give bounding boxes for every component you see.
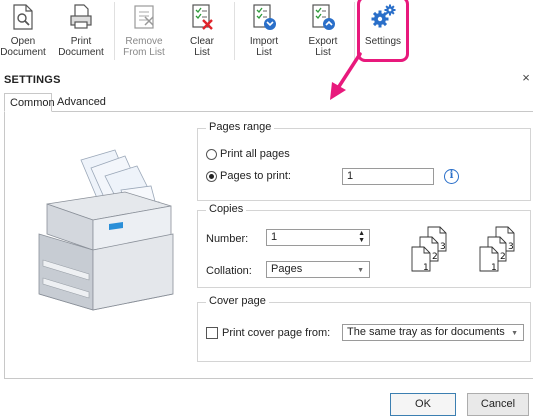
print-document-button[interactable]: Print Document [56, 0, 106, 64]
copier-illustration [38, 149, 174, 311]
copies-group: Copies Number: 1 ▲ ▼ Collation: Pages ▼ 3… [197, 203, 531, 288]
svg-text:2: 2 [432, 252, 438, 262]
open-document-label: Open Document [0, 36, 46, 58]
print-all-pages-radio[interactable] [206, 149, 217, 160]
print-document-label: Print Document [58, 36, 104, 58]
info-icon[interactable]: i [444, 169, 459, 184]
pages-to-print-label: Pages to print: [220, 170, 291, 182]
svg-text:1: 1 [423, 263, 429, 273]
cover-page-title: Cover page [206, 295, 269, 307]
cover-page-group: Cover page Print cover page from: The sa… [197, 295, 531, 362]
import-list-button[interactable]: Import List [240, 0, 288, 64]
tab-content-common: Pages range Print all pages Pages to pri… [4, 111, 533, 379]
cover-tray-select[interactable]: The same tray as for documents ▼ [342, 324, 524, 341]
cover-tray-value: The same tray as for documents [347, 326, 505, 338]
copies-number-value: 1 [271, 231, 278, 243]
toolbar-separator [234, 2, 235, 60]
print-cover-page-label: Print cover page from: [222, 327, 331, 339]
collated-pages-icon: 3 2 1 [479, 226, 515, 273]
import-list-label: Import List [249, 36, 279, 58]
clear-list-icon [192, 4, 213, 30]
clear-list-label: Clear List [190, 36, 214, 58]
import-list-icon [253, 4, 276, 30]
pages-range-title: Pages range [206, 121, 275, 133]
clear-list-button[interactable]: Clear List [180, 0, 224, 64]
toolbar: Open Document Print Document Remove From… [0, 0, 533, 68]
collation-label: Collation: [206, 265, 252, 277]
open-document-button[interactable]: Open Document [0, 0, 46, 64]
open-document-icon [13, 4, 33, 30]
printer-icon [70, 4, 92, 29]
remove-from-list-button[interactable]: Remove From List [120, 0, 168, 64]
chevron-down-icon: ▼ [357, 267, 364, 274]
dialog-footer: OK Cancel [0, 380, 533, 416]
collated-pages-icon: 3 2 1 [411, 226, 447, 273]
export-list-icon [312, 4, 335, 30]
print-cover-page-checkbox[interactable] [206, 327, 218, 339]
annotation-arrow [330, 52, 362, 100]
print-all-pages-label: Print all pages [220, 148, 290, 160]
toolbar-separator [114, 2, 115, 60]
cancel-button[interactable]: Cancel [467, 393, 529, 416]
svg-text:2: 2 [500, 252, 506, 262]
pages-range-group: Pages range Print all pages Pages to pri… [197, 121, 531, 201]
dialog-title: SETTINGS [4, 74, 61, 86]
chevron-down-icon: ▼ [511, 330, 518, 337]
svg-text:3: 3 [508, 242, 514, 252]
pages-to-print-radio[interactable] [206, 171, 217, 182]
copies-number-stepper[interactable]: 1 ▲ ▼ [266, 229, 370, 246]
pages-to-print-input[interactable]: 1 [342, 168, 434, 185]
svg-text:1: 1 [491, 263, 497, 273]
tab-common[interactable]: Common [4, 93, 55, 112]
collation-select[interactable]: Pages ▼ [266, 261, 370, 278]
svg-text:3: 3 [440, 242, 446, 252]
tab-advanced[interactable]: Advanced [52, 93, 114, 112]
remove-from-list-label: Remove From List [123, 36, 165, 58]
ok-button[interactable]: OK [390, 393, 456, 416]
remove-from-list-icon [134, 5, 154, 29]
close-icon[interactable]: × [520, 71, 532, 84]
spinner-arrows-icon[interactable]: ▲ ▼ [358, 230, 365, 244]
number-label: Number: [206, 233, 249, 245]
copies-title: Copies [206, 203, 247, 215]
collation-value: Pages [271, 263, 303, 275]
